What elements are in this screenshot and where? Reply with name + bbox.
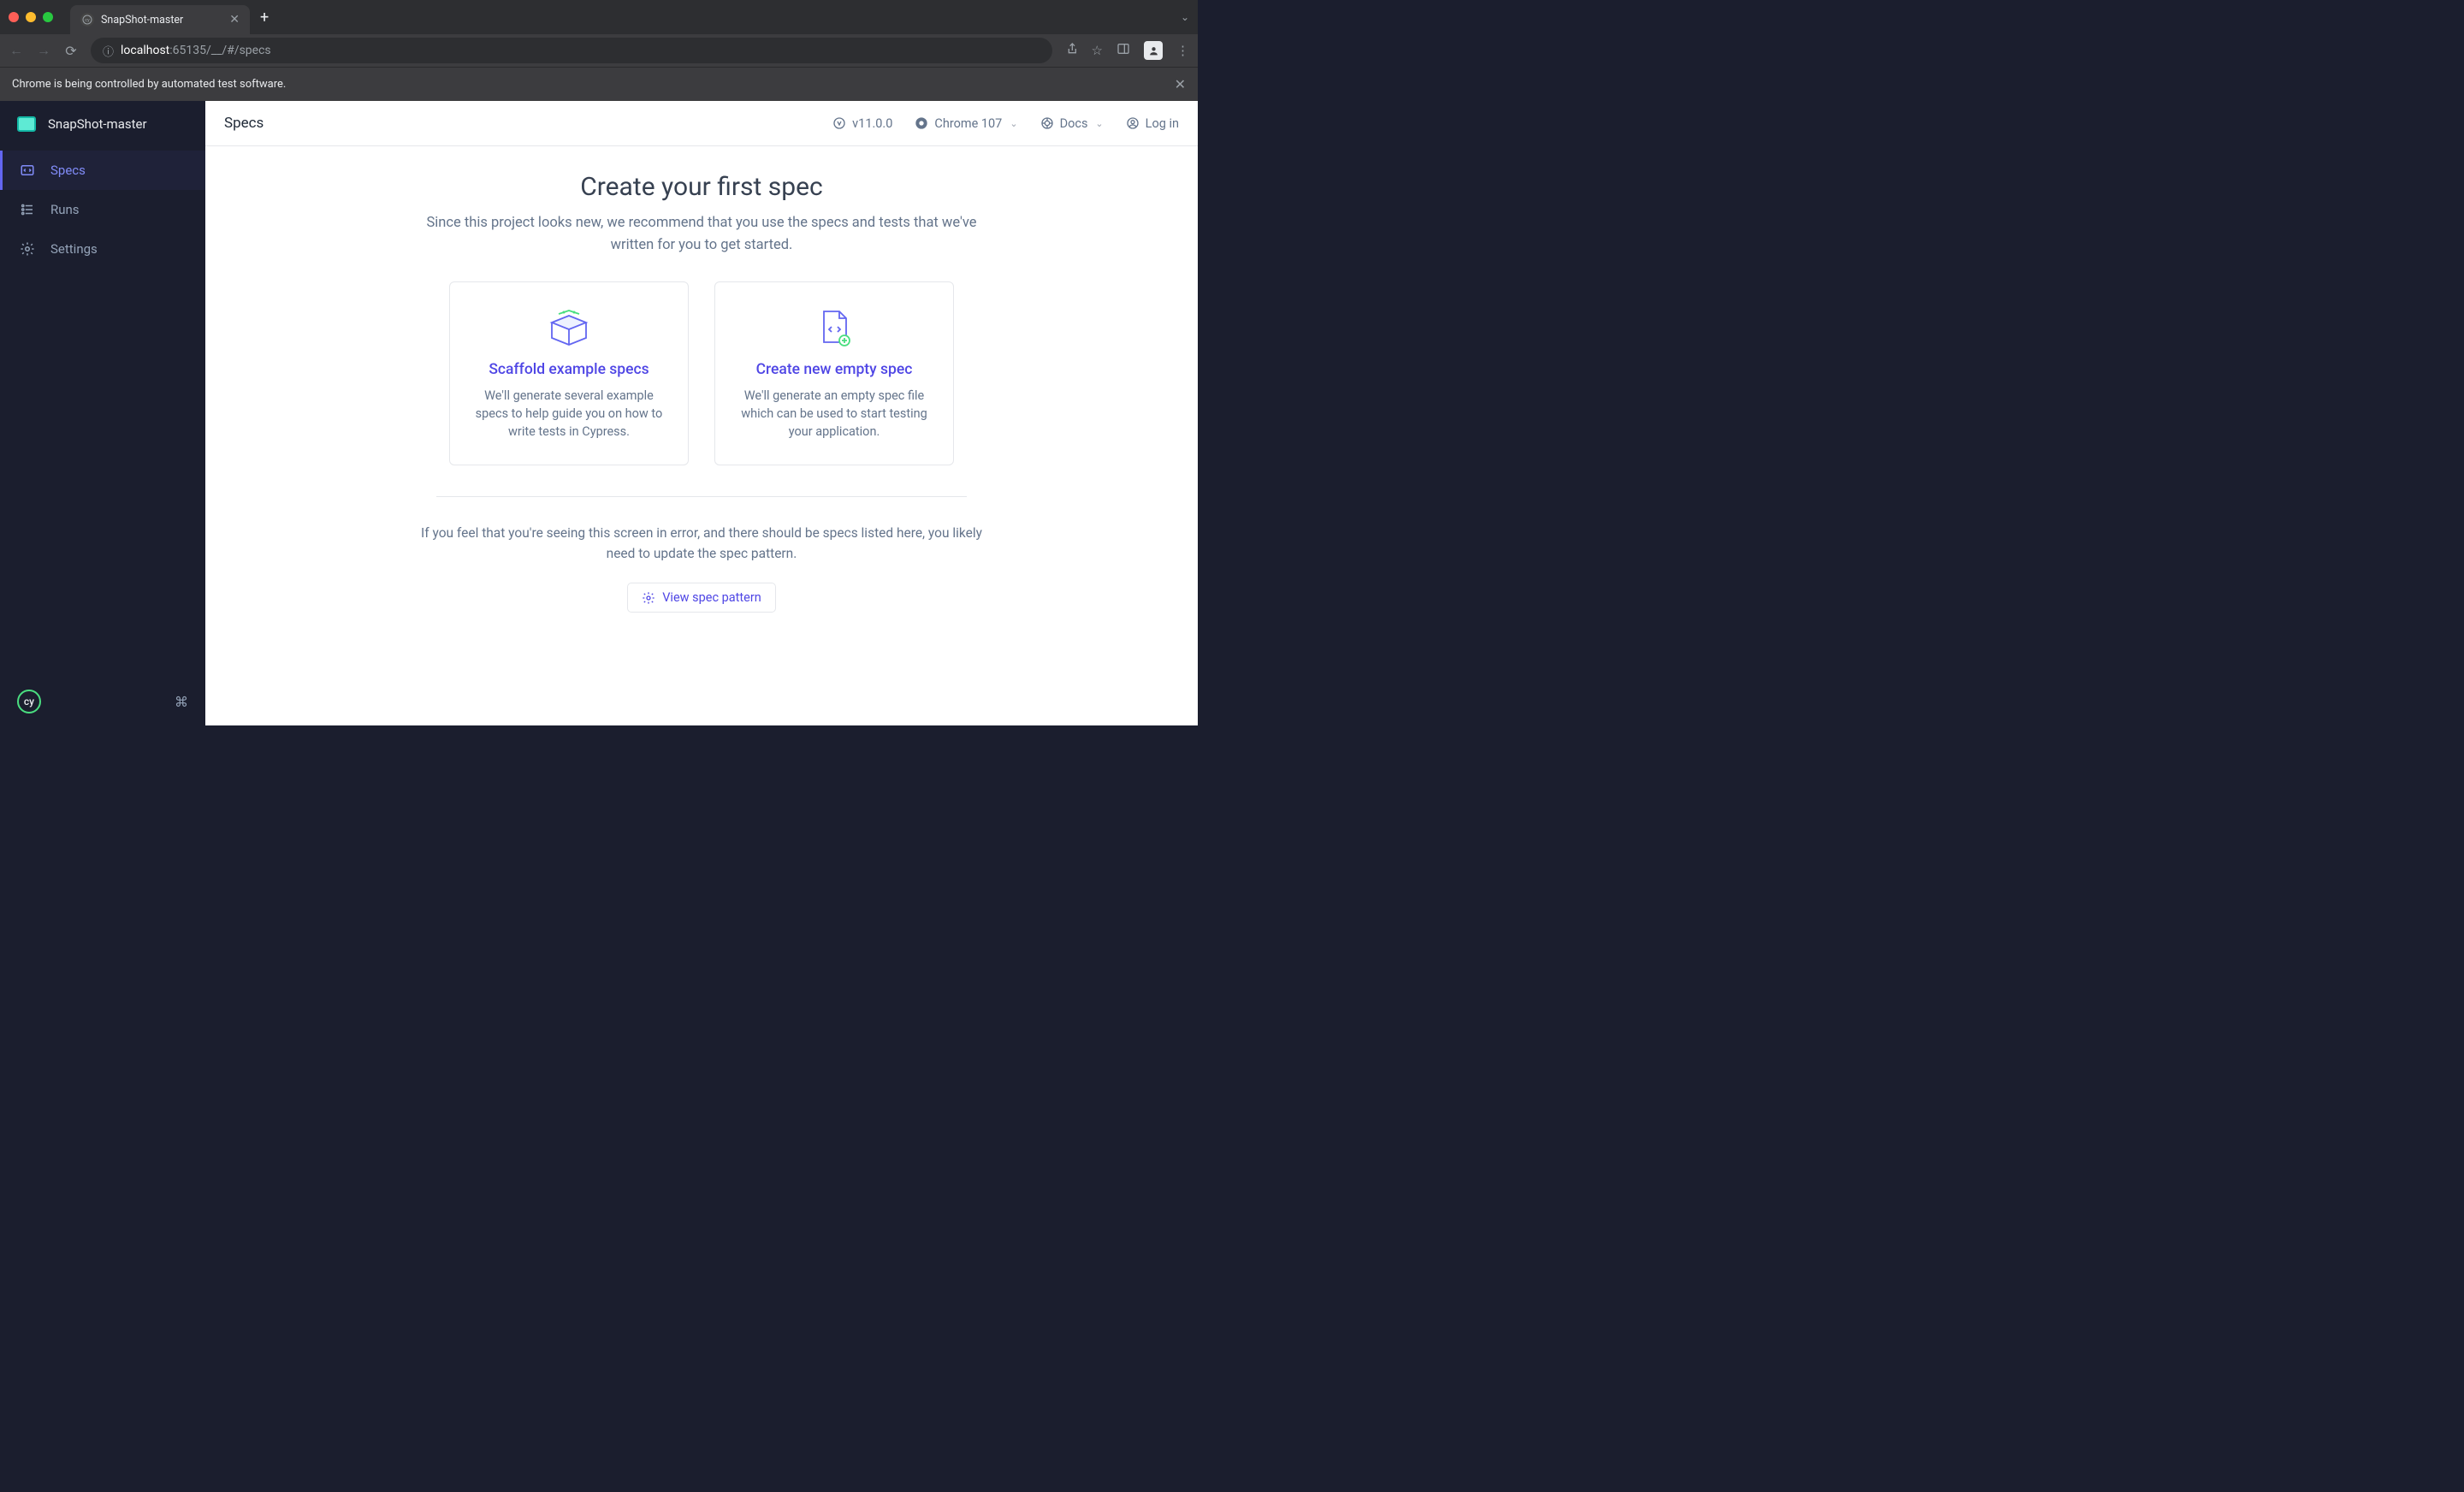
url-port: :65135 xyxy=(169,44,206,57)
app-shell: SnapShot-master Specs Runs Settings xyxy=(0,101,1198,725)
page-header: Specs v11.0.0 Chrome 107 ⌄ Docs ⌄ xyxy=(205,101,1198,146)
panel-icon[interactable] xyxy=(1116,42,1130,59)
runs-icon xyxy=(20,202,35,217)
chevron-down-icon: ⌄ xyxy=(1095,118,1103,129)
toolbar-right: ☆ ⋮ xyxy=(1064,41,1189,60)
browser-chrome: cy SnapShot-master ✕ + ⌄ ← → ⟳ ⓘ localho… xyxy=(0,0,1198,101)
view-spec-pattern-label: View spec pattern xyxy=(662,590,761,605)
login-text: Log in xyxy=(1146,116,1179,131)
tab-favicon-icon: cy xyxy=(80,13,94,27)
create-empty-spec-card[interactable]: Create new empty spec We'll generate an … xyxy=(714,281,954,465)
url-path: /__/#/specs xyxy=(206,44,271,57)
project-name: SnapShot-master xyxy=(48,116,147,132)
sidebar-nav: Specs Runs Settings xyxy=(0,151,205,269)
sidebar-item-specs[interactable]: Specs xyxy=(0,151,205,190)
url-host: localhost xyxy=(121,44,169,57)
login-button[interactable]: Log in xyxy=(1126,116,1179,131)
header-right: v11.0.0 Chrome 107 ⌄ Docs ⌄ Log in xyxy=(832,116,1179,131)
new-tab-button[interactable]: + xyxy=(260,9,269,27)
box-icon xyxy=(469,306,669,349)
browser-selector[interactable]: Chrome 107 ⌄ xyxy=(915,116,1017,131)
svg-text:cy: cy xyxy=(85,18,90,23)
view-spec-pattern-button[interactable]: View spec pattern xyxy=(627,583,776,613)
site-info-icon[interactable]: ⓘ xyxy=(103,43,114,59)
version-text: v11.0.0 xyxy=(852,116,892,131)
spec-cards: Scaffold example specs We'll generate se… xyxy=(419,281,984,465)
window-controls xyxy=(9,12,53,22)
version-indicator[interactable]: v11.0.0 xyxy=(832,116,892,131)
card-title: Create new empty spec xyxy=(734,361,934,378)
main: Specs v11.0.0 Chrome 107 ⌄ Docs ⌄ xyxy=(205,101,1198,725)
keyboard-shortcut-icon[interactable]: ⌘ xyxy=(175,694,188,710)
docs-link[interactable]: Docs ⌄ xyxy=(1040,116,1104,131)
main-subheading: Since this project looks new, we recomme… xyxy=(419,212,984,256)
tab-title: SnapShot-master xyxy=(101,14,222,27)
window-close-button[interactable] xyxy=(9,12,19,22)
automation-banner-close-button[interactable]: ✕ xyxy=(1175,76,1186,92)
url-text: localhost:65135/__/#/specs xyxy=(121,44,271,57)
chrome-icon xyxy=(915,116,928,130)
tab-close-button[interactable]: ✕ xyxy=(229,13,240,27)
window-minimize-button[interactable] xyxy=(26,12,36,22)
bookmark-icon[interactable]: ☆ xyxy=(1092,43,1103,58)
sidebar-footer: cy ⌘ xyxy=(0,678,205,725)
project-icon xyxy=(17,116,36,132)
specs-icon xyxy=(20,163,35,178)
browser-tab[interactable]: cy SnapShot-master ✕ xyxy=(70,5,250,34)
divider xyxy=(436,496,967,497)
browser-text: Chrome 107 xyxy=(934,116,1002,131)
profile-icon[interactable] xyxy=(1144,41,1163,60)
file-icon xyxy=(734,306,934,349)
cypress-badge-icon xyxy=(832,116,846,130)
error-note: If you feel that you're seeing this scre… xyxy=(419,523,984,564)
automation-banner: Chrome is being controlled by automated … xyxy=(0,67,1198,101)
sidebar-item-label: Settings xyxy=(50,241,98,257)
settings-icon xyxy=(20,241,35,257)
lifering-icon xyxy=(1040,116,1054,130)
sidebar-item-label: Runs xyxy=(50,202,80,217)
sidebar-item-settings[interactable]: Settings xyxy=(0,229,205,269)
back-button[interactable]: ← xyxy=(9,42,24,59)
sidebar: SnapShot-master Specs Runs Settings xyxy=(0,101,205,725)
automation-banner-text: Chrome is being controlled by automated … xyxy=(12,78,286,91)
user-icon xyxy=(1126,116,1140,130)
content-inner: Create your first spec Since this projec… xyxy=(419,172,984,613)
cypress-logo-icon[interactable]: cy xyxy=(17,690,41,713)
sidebar-item-runs[interactable]: Runs xyxy=(0,190,205,229)
chevron-down-icon: ⌄ xyxy=(1010,118,1017,129)
gear-icon xyxy=(642,591,655,605)
card-desc: We'll generate several example specs to … xyxy=(469,387,669,441)
sidebar-item-label: Specs xyxy=(50,163,86,178)
tabs-overflow-button[interactable]: ⌄ xyxy=(1181,11,1189,23)
project-header[interactable]: SnapShot-master xyxy=(0,101,205,147)
main-heading: Create your first spec xyxy=(419,172,984,202)
address-bar[interactable]: ⓘ localhost:65135/__/#/specs xyxy=(91,38,1052,63)
window-maximize-button[interactable] xyxy=(43,12,53,22)
nav-bar: ← → ⟳ ⓘ localhost:65135/__/#/specs ☆ ⋮ xyxy=(0,34,1198,67)
scaffold-example-card[interactable]: Scaffold example specs We'll generate se… xyxy=(449,281,689,465)
forward-button[interactable]: → xyxy=(36,42,51,59)
share-icon[interactable] xyxy=(1064,42,1078,59)
menu-icon[interactable]: ⋮ xyxy=(1176,43,1189,58)
card-desc: We'll generate an empty spec file which … xyxy=(734,387,934,441)
content: Create your first spec Since this projec… xyxy=(205,146,1198,725)
card-title: Scaffold example specs xyxy=(469,361,669,378)
page-title: Specs xyxy=(224,115,264,132)
docs-text: Docs xyxy=(1060,116,1088,131)
reload-button[interactable]: ⟳ xyxy=(63,43,79,59)
tab-bar: cy SnapShot-master ✕ + ⌄ xyxy=(0,0,1198,34)
